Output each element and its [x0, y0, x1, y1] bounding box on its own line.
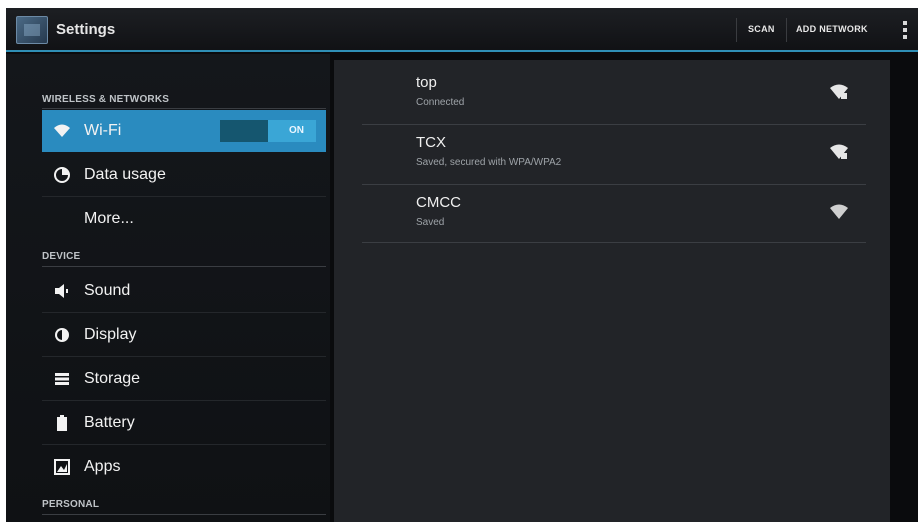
section-header-personal: PERSONAL	[42, 499, 100, 510]
sidebar-item-sound[interactable]: Sound	[42, 270, 326, 312]
network-divider	[362, 124, 866, 125]
action-bar-underline	[6, 50, 918, 52]
action-separator	[786, 18, 787, 42]
settings-screen: Settings SCAN ADD NETWORK WIRELESS & NET…	[6, 8, 918, 522]
network-divider	[362, 242, 866, 243]
network-divider	[362, 184, 866, 185]
scan-button[interactable]: SCAN	[748, 24, 775, 34]
section-divider	[42, 108, 326, 109]
sidebar-item-apps[interactable]: Apps	[42, 446, 326, 488]
network-ssid: CMCC	[416, 194, 461, 211]
battery-icon	[54, 415, 70, 431]
wifi-network-list: top Connected TCX Saved, secured with WP…	[334, 60, 890, 522]
network-item-tcx[interactable]: TCX Saved, secured with WPA/WPA2	[362, 126, 866, 184]
sidebar-item-data-usage[interactable]: Data usage	[42, 154, 326, 196]
network-status: Connected	[416, 97, 465, 108]
add-network-button[interactable]: ADD NETWORK	[796, 24, 868, 34]
wifi-signal-icon	[830, 204, 848, 219]
settings-app-icon[interactable]	[16, 16, 48, 44]
divider	[42, 444, 326, 445]
network-item-top[interactable]: top Connected	[362, 66, 866, 124]
app-title: Settings	[56, 21, 116, 38]
speaker-icon	[54, 283, 70, 299]
sidebar-item-label: More...	[84, 210, 134, 227]
sidebar-item-battery[interactable]: Battery	[42, 402, 326, 444]
section-divider	[42, 266, 326, 267]
toggle-state-label: ON	[289, 125, 304, 136]
section-header-device: DEVICE	[42, 251, 81, 262]
overflow-menu-icon[interactable]	[903, 21, 908, 43]
sidebar-item-label: Wi-Fi	[84, 122, 122, 139]
wifi-locked-signal-icon	[830, 84, 848, 99]
network-ssid: TCX	[416, 134, 446, 151]
sidebar-item-label: Display	[84, 326, 137, 343]
wifi-locked-signal-icon	[830, 144, 848, 159]
sidebar-item-display[interactable]: Display	[42, 314, 326, 356]
section-header-wireless: WIRELESS & NETWORKS	[42, 94, 170, 105]
sidebar-item-label: Storage	[84, 370, 141, 387]
action-separator	[736, 18, 737, 42]
sidebar-item-label: Data usage	[84, 166, 166, 183]
sidebar-item-label: Sound	[84, 282, 131, 299]
data-usage-icon	[54, 167, 70, 183]
action-bar: Settings SCAN ADD NETWORK	[6, 8, 918, 52]
divider	[42, 400, 326, 401]
sidebar-item-wifi[interactable]: Wi-Fi ON	[42, 110, 326, 152]
divider	[42, 356, 326, 357]
divider	[42, 196, 326, 197]
storage-icon	[54, 371, 70, 387]
network-status: Saved, secured with WPA/WPA2	[416, 157, 562, 168]
network-status: Saved	[416, 217, 445, 228]
divider	[42, 312, 326, 313]
settings-sidebar: WIRELESS & NETWORKS Wi-Fi ON Data usage …	[6, 54, 330, 522]
wifi-icon	[54, 123, 70, 139]
sidebar-item-label: Battery	[84, 414, 135, 431]
display-icon	[54, 327, 70, 343]
network-ssid: top	[416, 74, 437, 91]
apps-icon	[54, 459, 70, 475]
network-item-cmcc[interactable]: CMCC Saved	[362, 186, 866, 244]
sidebar-item-more[interactable]: More...	[42, 198, 326, 240]
wifi-toggle[interactable]: ON	[220, 120, 316, 142]
sidebar-item-label: Apps	[84, 458, 121, 475]
sidebar-item-storage[interactable]: Storage	[42, 358, 326, 400]
section-divider	[42, 514, 326, 515]
